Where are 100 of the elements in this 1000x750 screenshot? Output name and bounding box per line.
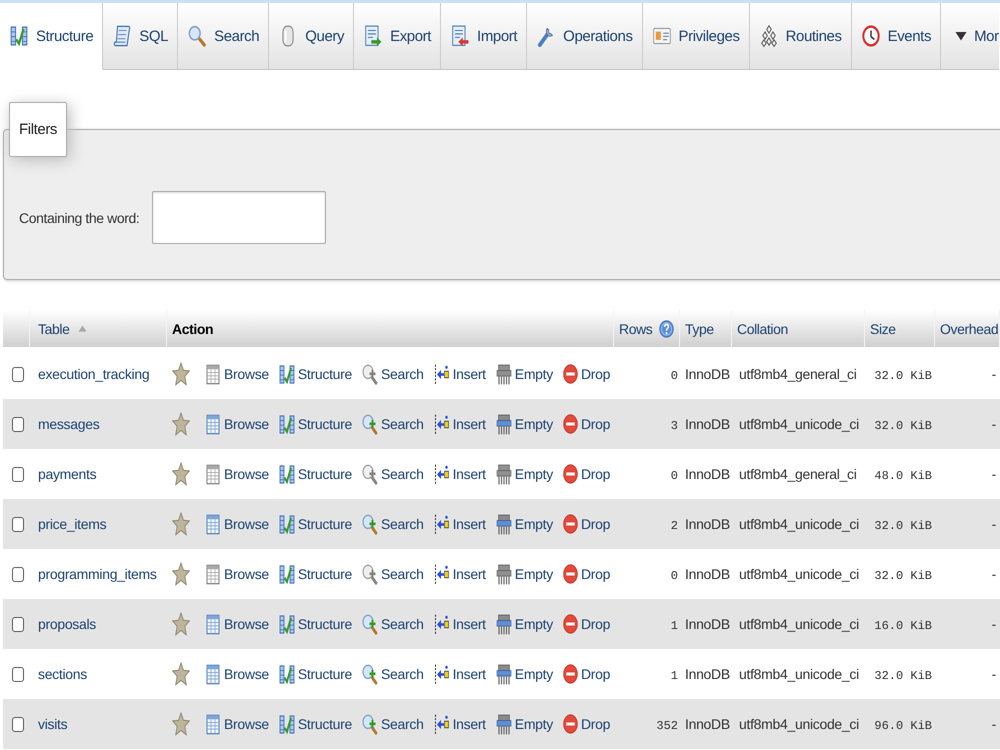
tab[interactable]: Operations — [527, 3, 643, 70]
action-link[interactable]: Structure — [278, 664, 352, 684]
action-link[interactable]: Browse — [205, 414, 269, 434]
action-link[interactable]: Empty — [496, 714, 553, 734]
caret-icon — [955, 31, 968, 41]
column-header[interactable]: Table — [30, 310, 167, 349]
storage-engine: InnoDB — [685, 566, 730, 582]
tab[interactable]: SQL — [103, 3, 178, 70]
row-checkbox[interactable] — [12, 416, 24, 432]
tab[interactable]: Search — [178, 3, 270, 70]
action-link[interactable]: Structure — [278, 564, 352, 584]
action-link[interactable]: Drop — [562, 714, 610, 734]
action-link[interactable]: Insert — [434, 514, 486, 534]
star-icon[interactable] — [172, 662, 190, 686]
action-link[interactable]: Drop — [562, 564, 610, 584]
action-link[interactable]: Browse — [205, 614, 269, 634]
table-name-link[interactable]: payments — [38, 466, 96, 482]
action-link[interactable]: Browse — [205, 514, 269, 534]
star-icon[interactable] — [172, 412, 190, 436]
action-link[interactable]: Structure — [278, 714, 352, 734]
row-checkbox[interactable] — [12, 516, 24, 532]
row-count: 1 — [670, 668, 678, 682]
column-header[interactable]: Collation — [732, 310, 865, 349]
action-link[interactable]: Structure — [278, 614, 352, 634]
action-link[interactable]: Structure — [278, 464, 352, 484]
action-link[interactable]: Drop — [562, 664, 610, 684]
collation-name: utf8mb4_unicode_ci — [739, 716, 859, 732]
table-size: 48.0 KiB — [874, 468, 932, 482]
star-icon[interactable] — [172, 362, 190, 386]
storage-engine: InnoDB — [685, 716, 730, 732]
row-count: 0 — [670, 468, 678, 482]
column-header[interactable]: Size — [865, 310, 935, 349]
row-checkbox[interactable] — [12, 616, 24, 632]
table-size: 32.0 KiB — [874, 518, 932, 532]
action-link[interactable]: Insert — [434, 664, 486, 684]
row-checkbox[interactable] — [12, 366, 24, 382]
table-size: 32.0 KiB — [874, 568, 932, 582]
tab[interactable]: Import — [441, 3, 528, 70]
action-link[interactable]: Search — [362, 664, 424, 684]
overhead-value: - — [992, 616, 996, 632]
star-icon[interactable] — [172, 462, 190, 486]
table-name-link[interactable]: execution_tracking — [38, 366, 150, 382]
action-link[interactable]: Structure — [278, 514, 352, 534]
action-link[interactable]: Drop — [562, 464, 610, 484]
storage-engine: InnoDB — [685, 366, 730, 382]
table-size: 32.0 KiB — [874, 668, 932, 682]
action-link[interactable]: Empty — [496, 414, 553, 434]
action-link[interactable]: Insert — [434, 714, 486, 734]
overhead-value: - — [992, 566, 996, 582]
star-icon[interactable] — [172, 562, 190, 586]
star-icon[interactable] — [172, 512, 190, 536]
star-icon[interactable] — [172, 712, 190, 736]
storage-engine: InnoDB — [685, 466, 730, 482]
action-link[interactable]: Empty — [496, 664, 553, 684]
action-link[interactable]: Empty — [496, 614, 553, 634]
row-count: 0 — [670, 568, 678, 582]
action-link[interactable]: Insert — [434, 364, 486, 384]
row-checkbox[interactable] — [12, 666, 24, 682]
row-checkbox[interactable] — [12, 466, 24, 482]
action-link[interactable]: Empty — [496, 514, 553, 534]
tab[interactable]: Export — [354, 3, 442, 70]
action-link[interactable]: Drop — [562, 364, 610, 384]
filter-input[interactable] — [152, 191, 326, 244]
table-size: 96.0 KiB — [874, 718, 932, 732]
help-icon[interactable] — [659, 320, 674, 338]
overhead-value: - — [992, 416, 996, 432]
action-link[interactable]: Structure — [278, 414, 352, 434]
column-header[interactable]: Rows — [614, 310, 680, 349]
tab[interactable]: Query — [269, 3, 354, 70]
clock-icon — [862, 25, 880, 47]
tab[interactable]: Privileges — [642, 3, 750, 70]
table-name-link[interactable]: messages — [38, 416, 100, 432]
table-name-link[interactable]: sections — [38, 666, 87, 682]
action-link[interactable]: Drop — [562, 414, 610, 434]
column-header[interactable]: Type — [680, 310, 732, 349]
action-link[interactable]: Insert — [434, 614, 486, 634]
action-link[interactable]: Insert — [434, 564, 486, 584]
table-name-link[interactable]: programming_items — [38, 566, 157, 582]
action-link[interactable]: Browse — [205, 714, 269, 734]
column-header[interactable]: Overhead — [935, 310, 1000, 349]
action-link[interactable]: Drop — [562, 614, 610, 634]
action-link[interactable]: Insert — [434, 464, 486, 484]
table-size: 32.0 KiB — [874, 418, 932, 432]
table-name-link[interactable]: price_items — [38, 516, 106, 532]
action-link[interactable]: Insert — [434, 414, 486, 434]
row-checkbox[interactable] — [12, 566, 24, 582]
row-checkbox[interactable] — [12, 716, 24, 732]
action-link[interactable]: Search — [362, 614, 424, 634]
table-name-link[interactable]: visits — [38, 716, 68, 732]
table-name-link[interactable]: proposals — [38, 616, 96, 632]
tab[interactable]: Events — [852, 3, 942, 70]
action-link[interactable]: Browse — [205, 664, 269, 684]
action-link[interactable]: Search — [362, 514, 424, 534]
tab[interactable]: Routines — [750, 3, 852, 70]
collation-name: utf8mb4_unicode_ci — [739, 666, 859, 682]
action-link[interactable]: Drop — [562, 514, 610, 534]
action-link[interactable]: Structure — [278, 364, 352, 384]
star-icon[interactable] — [172, 612, 190, 636]
action-link[interactable]: Search — [362, 414, 424, 434]
action-link[interactable]: Search — [362, 714, 424, 734]
